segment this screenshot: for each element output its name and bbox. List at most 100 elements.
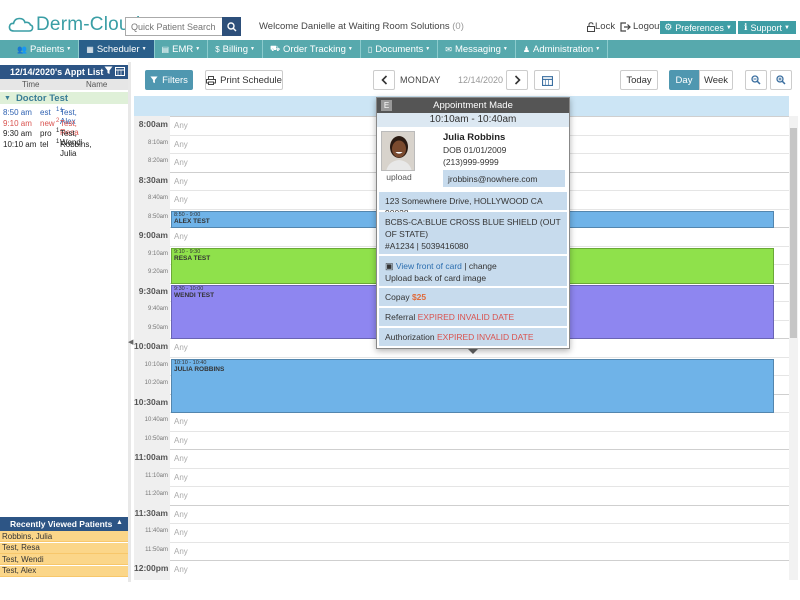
any-provider-label[interactable]: Any [174, 547, 188, 556]
zoom-in-button[interactable] [770, 70, 792, 90]
support-label: Support [750, 22, 782, 33]
appt-num: 1 [56, 107, 60, 113]
schedule-scrollbar-thumb[interactable] [790, 128, 797, 338]
caret-up-icon[interactable]: ▲ [116, 519, 123, 526]
quick-patient-search-input[interactable] [125, 17, 222, 36]
next-day-button[interactable] [506, 70, 528, 90]
document-icon: ▯ [367, 44, 373, 54]
time-slot[interactable] [170, 560, 789, 561]
view-front-card-link[interactable]: View front of card [396, 261, 462, 271]
day-name: MONDAY [400, 75, 441, 85]
nav-item-billing[interactable]: $ Billing ▼ [208, 40, 263, 58]
recent-patients-title: Recently Viewed Patients [10, 519, 113, 529]
date-picker-button[interactable] [534, 70, 560, 90]
recent-patient-item[interactable]: Test, Resa [0, 542, 128, 554]
appt-list-item[interactable]: 8:50 am est 1 Test, Alex 1 [0, 107, 128, 126]
print-schedule-button[interactable]: Print Schedule [205, 70, 283, 90]
time-slot[interactable] [170, 541, 789, 543]
nav-label: Billing [222, 43, 248, 55]
today-button[interactable]: Today [620, 70, 658, 90]
any-provider-label[interactable]: Any [174, 417, 188, 426]
nav-item-order-tracking[interactable]: ⛟ Order Tracking ▼ [263, 40, 361, 58]
nav-label: Patients [29, 43, 65, 55]
appt-list-header: 12/14/2020's Appt List [0, 65, 128, 79]
day-view-button[interactable]: Day [669, 70, 699, 90]
any-provider-label[interactable]: Any [174, 528, 188, 537]
any-provider-label[interactable]: Any [174, 121, 188, 130]
change-card-link[interactable]: | change [464, 261, 496, 271]
filters-label: Filters [162, 74, 188, 86]
appt-num: 1 [56, 128, 60, 134]
appt-list-item[interactable]: 10:10 am tel 1 Robbins, Julia [0, 139, 128, 158]
any-provider-label[interactable]: Any [174, 195, 188, 204]
nav-item-administration[interactable]: ♟ Administration ▼ [516, 40, 609, 58]
nav-item-scheduler[interactable]: ▦ Scheduler ▼ [79, 40, 155, 58]
collapse-sidebar-icon[interactable]: ◀ [128, 338, 133, 346]
chevron-left-icon [380, 75, 387, 85]
logout-link[interactable]: Logout [620, 21, 662, 32]
appointment-block[interactable]: 10:10 - 10:40 JULIA ROBBINS [171, 358, 774, 413]
preferences-button[interactable]: ⚙ Preferences ▼ [660, 21, 736, 34]
welcome-message: Welcome Danielle at Waiting Room Solutio… [259, 21, 464, 32]
zoom-out-button[interactable] [745, 70, 767, 90]
any-provider-label[interactable]: Any [174, 491, 188, 500]
any-provider-label[interactable]: Any [174, 158, 188, 167]
recent-patient-item[interactable]: Robbins, Julia [0, 531, 128, 542]
recent-patient-item[interactable]: Test, Alex [0, 565, 128, 577]
recent-patient-item[interactable]: Test, Wendi [0, 554, 128, 565]
time-slot[interactable] [170, 430, 789, 432]
time-slot[interactable] [170, 523, 789, 524]
search-button[interactable] [222, 17, 241, 36]
filters-button[interactable]: Filters [145, 70, 193, 90]
upload-back-card-link[interactable]: Upload back of card image [385, 272, 561, 284]
copay-label: Copay [385, 292, 410, 302]
appt-list-columns: Time Name [0, 79, 128, 90]
patient-name[interactable]: Julia Robbins [443, 132, 505, 143]
upload-photo-link[interactable]: upload [381, 172, 417, 184]
any-provider-label[interactable]: Any [174, 232, 188, 241]
week-view-button[interactable]: Week [699, 70, 733, 90]
nav-item-patients[interactable]: 👥 Patients ▼ [10, 40, 80, 58]
support-button[interactable]: ℹ Support ▼ [738, 21, 796, 34]
calendar-icon[interactable] [115, 66, 125, 78]
nav-item-messaging[interactable]: ✉ Messaging ▼ [438, 40, 516, 58]
appointment-time: 10:10am - 10:40am [377, 113, 569, 127]
lock-link[interactable]: Lock [587, 21, 615, 32]
time-slot[interactable] [170, 486, 789, 487]
welcome-text: Welcome Danielle at Waiting Room Solutio… [259, 21, 450, 32]
time-slot[interactable] [170, 467, 789, 469]
time-slot[interactable] [170, 449, 789, 450]
sidebar-divider[interactable] [128, 62, 131, 582]
insurance-card: ▣ View front of card | change Upload bac… [379, 256, 567, 286]
time-slot[interactable] [170, 504, 789, 506]
any-provider-label[interactable]: Any [174, 473, 188, 482]
time-label: 10:10am [144, 361, 168, 368]
time-label: 11:10am [145, 472, 168, 479]
appt-list-item[interactable]: 9:10 am new 2 Test, Resa [0, 117, 128, 137]
logo[interactable]: Derm-Cloud [8, 14, 140, 36]
users-icon: 👥 [17, 44, 27, 54]
nav-item-emr[interactable]: ▤ EMR ▼ [155, 40, 209, 58]
edit-appointment-button[interactable]: E [381, 100, 392, 111]
nav-item-documents[interactable]: ▯ Documents ▼ [361, 40, 439, 58]
appt-num: 2 [56, 117, 60, 124]
appt-type: new [40, 118, 55, 128]
filter-icon[interactable] [104, 66, 113, 77]
doctor-group[interactable]: ▼ Doctor Test [0, 92, 128, 104]
any-provider-label[interactable]: Any [174, 343, 188, 352]
time-label: 11:00am [134, 452, 168, 462]
patient-photo[interactable] [381, 131, 415, 171]
insurance-info: BCBS-CA:BLUE CROSS BLUE SHIELD (OUT OF S… [379, 212, 567, 254]
any-provider-label[interactable]: Any [174, 510, 188, 519]
any-provider-label[interactable]: Any [174, 565, 188, 574]
appt-list-item[interactable]: 9:30 am pro 1 Test, Wendi [0, 128, 128, 147]
patient-email[interactable]: jrobbins@nowhere.com [443, 170, 565, 187]
any-provider-label[interactable]: Any [174, 454, 188, 463]
any-provider-label[interactable]: Any [174, 140, 188, 149]
previous-day-button[interactable] [373, 70, 395, 90]
print-schedule-label: Print Schedule [220, 74, 282, 86]
any-provider-label[interactable]: Any [174, 177, 188, 186]
time-slot[interactable] [170, 356, 789, 358]
any-provider-label[interactable]: Any [174, 436, 188, 445]
authorization-label: Authorization [385, 332, 435, 342]
